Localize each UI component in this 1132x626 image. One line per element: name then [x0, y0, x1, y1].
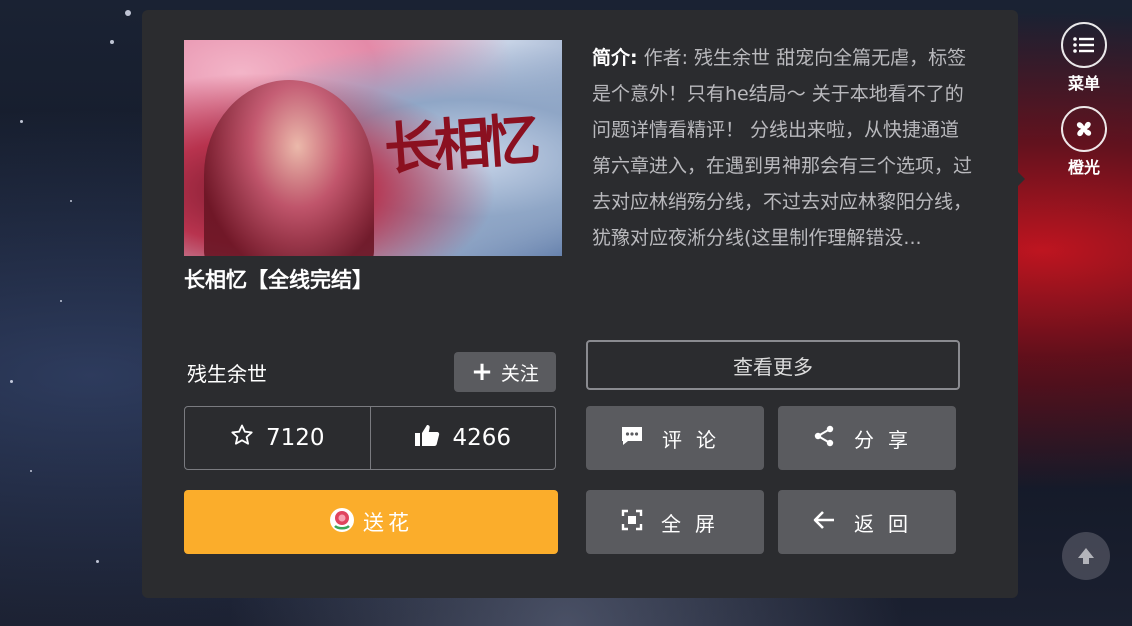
fullscreen-label: 全屏	[661, 511, 729, 536]
send-flower-button[interactable]: 送花	[184, 490, 558, 554]
book-info-panel: 长相忆 长相忆【全线完结】 简介: 作者: 残生余世 甜宠向全篇无虐，标签是个意外…	[142, 10, 1018, 598]
author-name[interactable]: 残生余世	[187, 358, 267, 387]
back-arrow-icon	[812, 509, 836, 536]
follow-button[interactable]: + 关注	[454, 352, 556, 392]
like-button[interactable]: 4266	[369, 407, 556, 469]
fullscreen-icon	[621, 509, 643, 536]
cover-title-art: 长相忆	[382, 106, 537, 184]
back-button[interactable]: 返回	[778, 490, 956, 554]
orange-light-label: 橙光	[1067, 158, 1100, 177]
orange-light-button[interactable]: 橙光	[1058, 106, 1110, 178]
flower-icon	[329, 507, 355, 538]
favorite-button[interactable]: 7120	[185, 407, 370, 469]
scroll-top-icon[interactable]	[1062, 532, 1110, 580]
share-button[interactable]: 分享	[778, 406, 956, 470]
book-cover-image[interactable]: 长相忆	[184, 40, 562, 256]
send-flower-label: 送花	[363, 511, 413, 535]
star-icon	[230, 423, 254, 453]
fullscreen-button[interactable]: 全屏	[586, 490, 764, 554]
cover-illustration	[204, 80, 374, 256]
thumbs-up-icon	[414, 423, 440, 453]
book-intro: 简介: 作者: 残生余世 甜宠向全篇无虐，标签是个意外！只有he结局～ 关于本地看…	[592, 40, 976, 256]
panel-pointer	[1016, 170, 1025, 188]
plus-icon: +	[471, 357, 493, 387]
comment-button[interactable]: 评论	[586, 406, 764, 470]
comment-icon	[620, 425, 644, 452]
back-label: 返回	[854, 511, 922, 536]
favorite-count: 7120	[265, 425, 325, 451]
intro-label: 简介:	[592, 47, 638, 69]
menu-icon	[1061, 22, 1107, 68]
menu-button[interactable]: 菜单	[1058, 22, 1110, 94]
menu-label: 菜单	[1067, 74, 1100, 93]
share-icon	[812, 424, 836, 453]
orange-light-icon	[1061, 106, 1107, 152]
book-title: 长相忆【全线完结】	[184, 268, 373, 292]
share-label: 分享	[854, 427, 922, 452]
intro-text: 作者: 残生余世 甜宠向全篇无虐，标签是个意外！只有he结局～ 关于本地看不了的…	[592, 47, 973, 249]
comment-label: 评论	[662, 427, 730, 452]
like-count: 4266	[452, 425, 512, 451]
follow-label: 关注	[500, 362, 539, 385]
view-more-button[interactable]: 查看更多	[586, 340, 960, 390]
stats-box: 7120 4266	[184, 406, 556, 470]
